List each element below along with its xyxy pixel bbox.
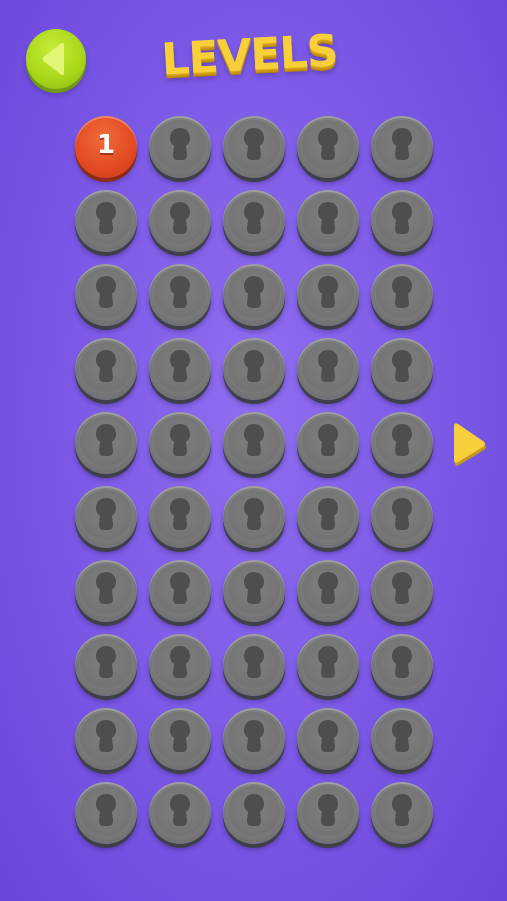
level-button-locked[interactable]: [371, 412, 433, 474]
level-button-locked[interactable]: [149, 338, 211, 400]
level-button-locked[interactable]: [75, 486, 137, 548]
level-button-locked[interactable]: [371, 634, 433, 696]
level-button-locked[interactable]: [297, 190, 359, 252]
level-button-locked[interactable]: [75, 782, 137, 844]
level-button-locked[interactable]: [297, 560, 359, 622]
level-button-locked[interactable]: [75, 264, 137, 326]
level-button-locked[interactable]: [297, 338, 359, 400]
level-button-locked[interactable]: [297, 782, 359, 844]
level-button-locked[interactable]: [149, 412, 211, 474]
level-button-unlocked[interactable]: 1: [75, 116, 137, 178]
level-button-locked[interactable]: [75, 338, 137, 400]
level-button-locked[interactable]: [297, 486, 359, 548]
level-button-locked[interactable]: [149, 708, 211, 770]
level-button-locked[interactable]: [371, 560, 433, 622]
level-button-locked[interactable]: [371, 708, 433, 770]
level-button-locked[interactable]: [371, 116, 433, 178]
level-button-locked[interactable]: [149, 486, 211, 548]
level-button-locked[interactable]: [223, 486, 285, 548]
level-button-locked[interactable]: [223, 782, 285, 844]
level-button-locked[interactable]: [75, 412, 137, 474]
level-button-locked[interactable]: [297, 412, 359, 474]
level-button-locked[interactable]: [75, 634, 137, 696]
level-button-locked[interactable]: [297, 264, 359, 326]
level-grid: 1: [75, 116, 433, 844]
level-button-locked[interactable]: [297, 708, 359, 770]
level-button-locked[interactable]: [75, 708, 137, 770]
level-button-locked[interactable]: [223, 708, 285, 770]
level-button-locked[interactable]: [149, 116, 211, 178]
level-button-locked[interactable]: [297, 116, 359, 178]
level-button-locked[interactable]: [223, 190, 285, 252]
level-button-locked[interactable]: [223, 634, 285, 696]
level-button-locked[interactable]: [149, 264, 211, 326]
level-button-locked[interactable]: [149, 634, 211, 696]
level-button-locked[interactable]: [75, 560, 137, 622]
level-button-locked[interactable]: [371, 190, 433, 252]
level-button-locked[interactable]: [371, 338, 433, 400]
level-button-locked[interactable]: [371, 486, 433, 548]
next-page-button[interactable]: [449, 421, 489, 469]
level-button-locked[interactable]: [223, 116, 285, 178]
level-number: 1: [96, 130, 116, 160]
level-button-locked[interactable]: [223, 338, 285, 400]
level-button-locked[interactable]: [223, 412, 285, 474]
level-button-locked[interactable]: [223, 264, 285, 326]
level-button-locked[interactable]: [149, 782, 211, 844]
level-button-locked[interactable]: [371, 264, 433, 326]
level-button-locked[interactable]: [149, 560, 211, 622]
level-button-locked[interactable]: [223, 560, 285, 622]
level-button-locked[interactable]: [75, 190, 137, 252]
triangle-right-icon: [454, 423, 486, 466]
level-button-locked[interactable]: [297, 634, 359, 696]
level-button-locked[interactable]: [149, 190, 211, 252]
level-button-locked[interactable]: [371, 782, 433, 844]
